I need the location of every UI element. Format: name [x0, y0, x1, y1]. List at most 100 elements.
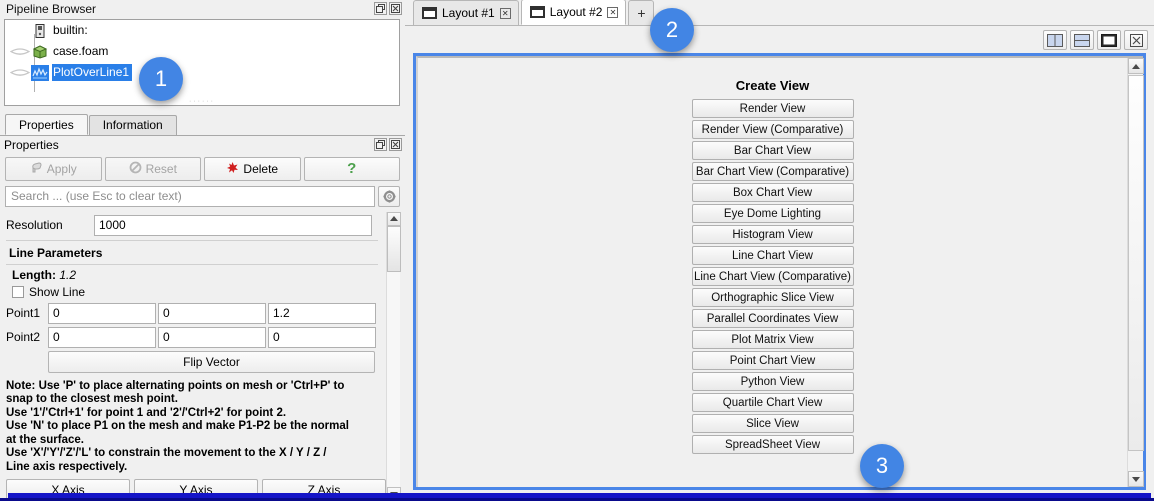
- create-view-button-orthographic-slice-view[interactable]: Orthographic Slice View: [691, 288, 854, 307]
- note-line: snap to the closest mesh point.: [6, 393, 178, 405]
- properties-scroll-area: Resolution 1000 Line Parameters Length: …: [0, 211, 401, 501]
- point1-z-input[interactable]: 1.2: [268, 302, 376, 324]
- layout-icon: [529, 6, 545, 18]
- close-view-icon[interactable]: [1124, 30, 1148, 50]
- pipeline-item-plotoverline1[interactable]: PlotOverLine1: [5, 62, 399, 83]
- note-line: Line axis respectively.: [6, 460, 128, 473]
- split-horizontal-icon[interactable]: [1043, 30, 1067, 50]
- geometry-box-icon: [31, 44, 49, 60]
- length-row: Length: 1.2: [12, 268, 386, 282]
- split-vertical-icon[interactable]: [1070, 30, 1094, 50]
- create-view-content: Create View Render View Render View (Com…: [418, 58, 1127, 487]
- point2-z-input[interactable]: 0: [268, 326, 376, 348]
- tab-information[interactable]: Information: [88, 114, 177, 135]
- create-view-button-quartile-chart-view[interactable]: Quartile Chart View: [691, 393, 854, 412]
- create-view-button-render-view[interactable]: Render View: [691, 99, 854, 118]
- pipeline-browser-title: Pipeline Browser: [6, 2, 97, 16]
- active-view-frame: Create View Render View Render View (Com…: [413, 53, 1146, 490]
- tab-properties[interactable]: Properties: [5, 113, 88, 135]
- scroll-up-arrow-icon[interactable]: [387, 211, 401, 226]
- point2-x-input[interactable]: 0: [48, 326, 156, 348]
- create-view-button-line-chart-view[interactable]: Line Chart View: [691, 246, 854, 265]
- gear-icon[interactable]: [378, 185, 400, 207]
- flip-vector-button[interactable]: Flip Vector: [48, 350, 375, 373]
- view-vertical-scrollbar[interactable]: [1127, 58, 1144, 487]
- annotation-badge-3: 3: [860, 444, 904, 488]
- divider: [6, 263, 378, 265]
- left-dock-column: Pipeline Browser builtin: case.foam Plot…: [0, 0, 405, 501]
- point1-label: Point1: [6, 306, 41, 320]
- create-view-button-line-chart-view-comparative[interactable]: Line Chart View (Comparative): [691, 267, 854, 286]
- point1-y-input[interactable]: 0: [158, 302, 266, 324]
- properties-dock-buttons: [374, 137, 402, 151]
- pipeline-browser-tree[interactable]: builtin: case.foam PlotOverLine1 ······: [4, 19, 400, 106]
- resolution-input[interactable]: 1000: [94, 214, 372, 236]
- create-view-button-python-view[interactable]: Python View: [691, 372, 854, 391]
- visibility-eye-icon[interactable]: [9, 44, 31, 60]
- create-view-button-histogram-view[interactable]: Histogram View: [691, 225, 854, 244]
- maximize-view-icon[interactable]: [1097, 30, 1121, 50]
- properties-search-row: Search ... (use Esc to clear text): [0, 181, 405, 207]
- show-line-checkbox[interactable]: [12, 285, 24, 298]
- note-line: Note: Use 'P' to place alternating point…: [6, 379, 345, 392]
- view-toolbar: [1043, 30, 1148, 50]
- annotation-badge-2: 2: [650, 8, 694, 52]
- annotation-badge-1: 1: [139, 57, 183, 101]
- line-widget-note: Note: Use 'P' to place alternating point…: [6, 380, 378, 475]
- create-view-button-box-chart-view[interactable]: Box Chart View: [691, 183, 854, 202]
- create-view-button-render-view-comparative[interactable]: Render View (Comparative): [691, 120, 854, 139]
- pipeline-item-label: builtin:: [53, 23, 88, 37]
- tab-layout-2[interactable]: Layout #2 ✕: [520, 0, 627, 25]
- show-line-checkbox-row[interactable]: Show Line: [12, 285, 386, 299]
- pipeline-float-icon[interactable]: [374, 2, 387, 15]
- properties-vertical-scrollbar[interactable]: [386, 211, 401, 501]
- properties-tab-bar: Properties Information: [0, 113, 405, 136]
- reset-button[interactable]: Reset: [104, 156, 201, 181]
- close-icon[interactable]: ✕: [499, 7, 511, 19]
- create-view-button-bar-chart-view-comparative[interactable]: Bar Chart View (Comparative): [691, 162, 854, 181]
- line-parameters-title: Line Parameters: [9, 245, 103, 260]
- pipeline-resize-grip[interactable]: ······: [5, 98, 399, 105]
- create-view-button-point-chart-view[interactable]: Point Chart View: [691, 351, 854, 370]
- layout-icon: [422, 7, 437, 19]
- apply-label: Apply: [46, 161, 77, 176]
- point1-row: Point1 0 0 1.2: [6, 302, 386, 324]
- create-view-button-parallel-coordinates-view[interactable]: Parallel Coordinates View: [691, 309, 854, 328]
- pipeline-close-icon[interactable]: [389, 2, 402, 15]
- create-view-panel: Create View Render View Render View (Com…: [691, 78, 854, 456]
- apply-button[interactable]: Apply: [5, 156, 102, 181]
- properties-close-icon[interactable]: [389, 137, 402, 151]
- reset-icon: [129, 161, 142, 177]
- point2-row: Point2 0 0 0: [6, 326, 386, 348]
- empty-view[interactable]: Create View Render View Render View (Com…: [416, 56, 1144, 487]
- point2-y-input[interactable]: 0: [158, 326, 266, 348]
- pipeline-item-builtin[interactable]: builtin:: [5, 20, 399, 41]
- visibility-eye-icon[interactable]: [9, 65, 31, 81]
- tab-label: Layout #1: [442, 6, 495, 20]
- create-view-button-slice-view[interactable]: Slice View: [691, 414, 854, 433]
- tab-layout-1[interactable]: Layout #1 ✕: [413, 0, 519, 25]
- properties-panel-title-bar: Properties: [0, 136, 405, 155]
- point2-label: Point2: [6, 330, 41, 344]
- create-view-button-plot-matrix-view[interactable]: Plot Matrix View: [691, 330, 854, 349]
- point1-x-input[interactable]: 0: [48, 302, 156, 324]
- divider: [6, 239, 378, 241]
- apply-icon: [30, 161, 43, 177]
- scroll-up-arrow-icon[interactable]: [1128, 58, 1144, 74]
- help-button[interactable]: ?: [303, 156, 400, 181]
- search-input[interactable]: Search ... (use Esc to clear text): [5, 185, 375, 207]
- create-view-button-eye-dome-lighting[interactable]: Eye Dome Lighting: [691, 204, 854, 223]
- create-view-button-bar-chart-view[interactable]: Bar Chart View: [691, 141, 854, 160]
- delete-button[interactable]: Delete: [204, 156, 301, 181]
- properties-float-icon[interactable]: [374, 137, 387, 151]
- close-icon[interactable]: ✕: [607, 6, 619, 18]
- scrollbar-thumb[interactable]: [1128, 75, 1144, 451]
- length-label: Length:: [12, 267, 56, 282]
- scrollbar-thumb[interactable]: [387, 225, 401, 272]
- plot-over-line-icon: [31, 64, 49, 81]
- pipeline-item-case-foam[interactable]: case.foam: [5, 41, 399, 62]
- show-line-label: Show Line: [29, 284, 86, 299]
- create-view-button-spreadsheet-view[interactable]: SpreadSheet View: [691, 435, 854, 454]
- pipeline-dock-buttons: [374, 2, 402, 15]
- scroll-down-arrow-icon[interactable]: [1128, 471, 1144, 487]
